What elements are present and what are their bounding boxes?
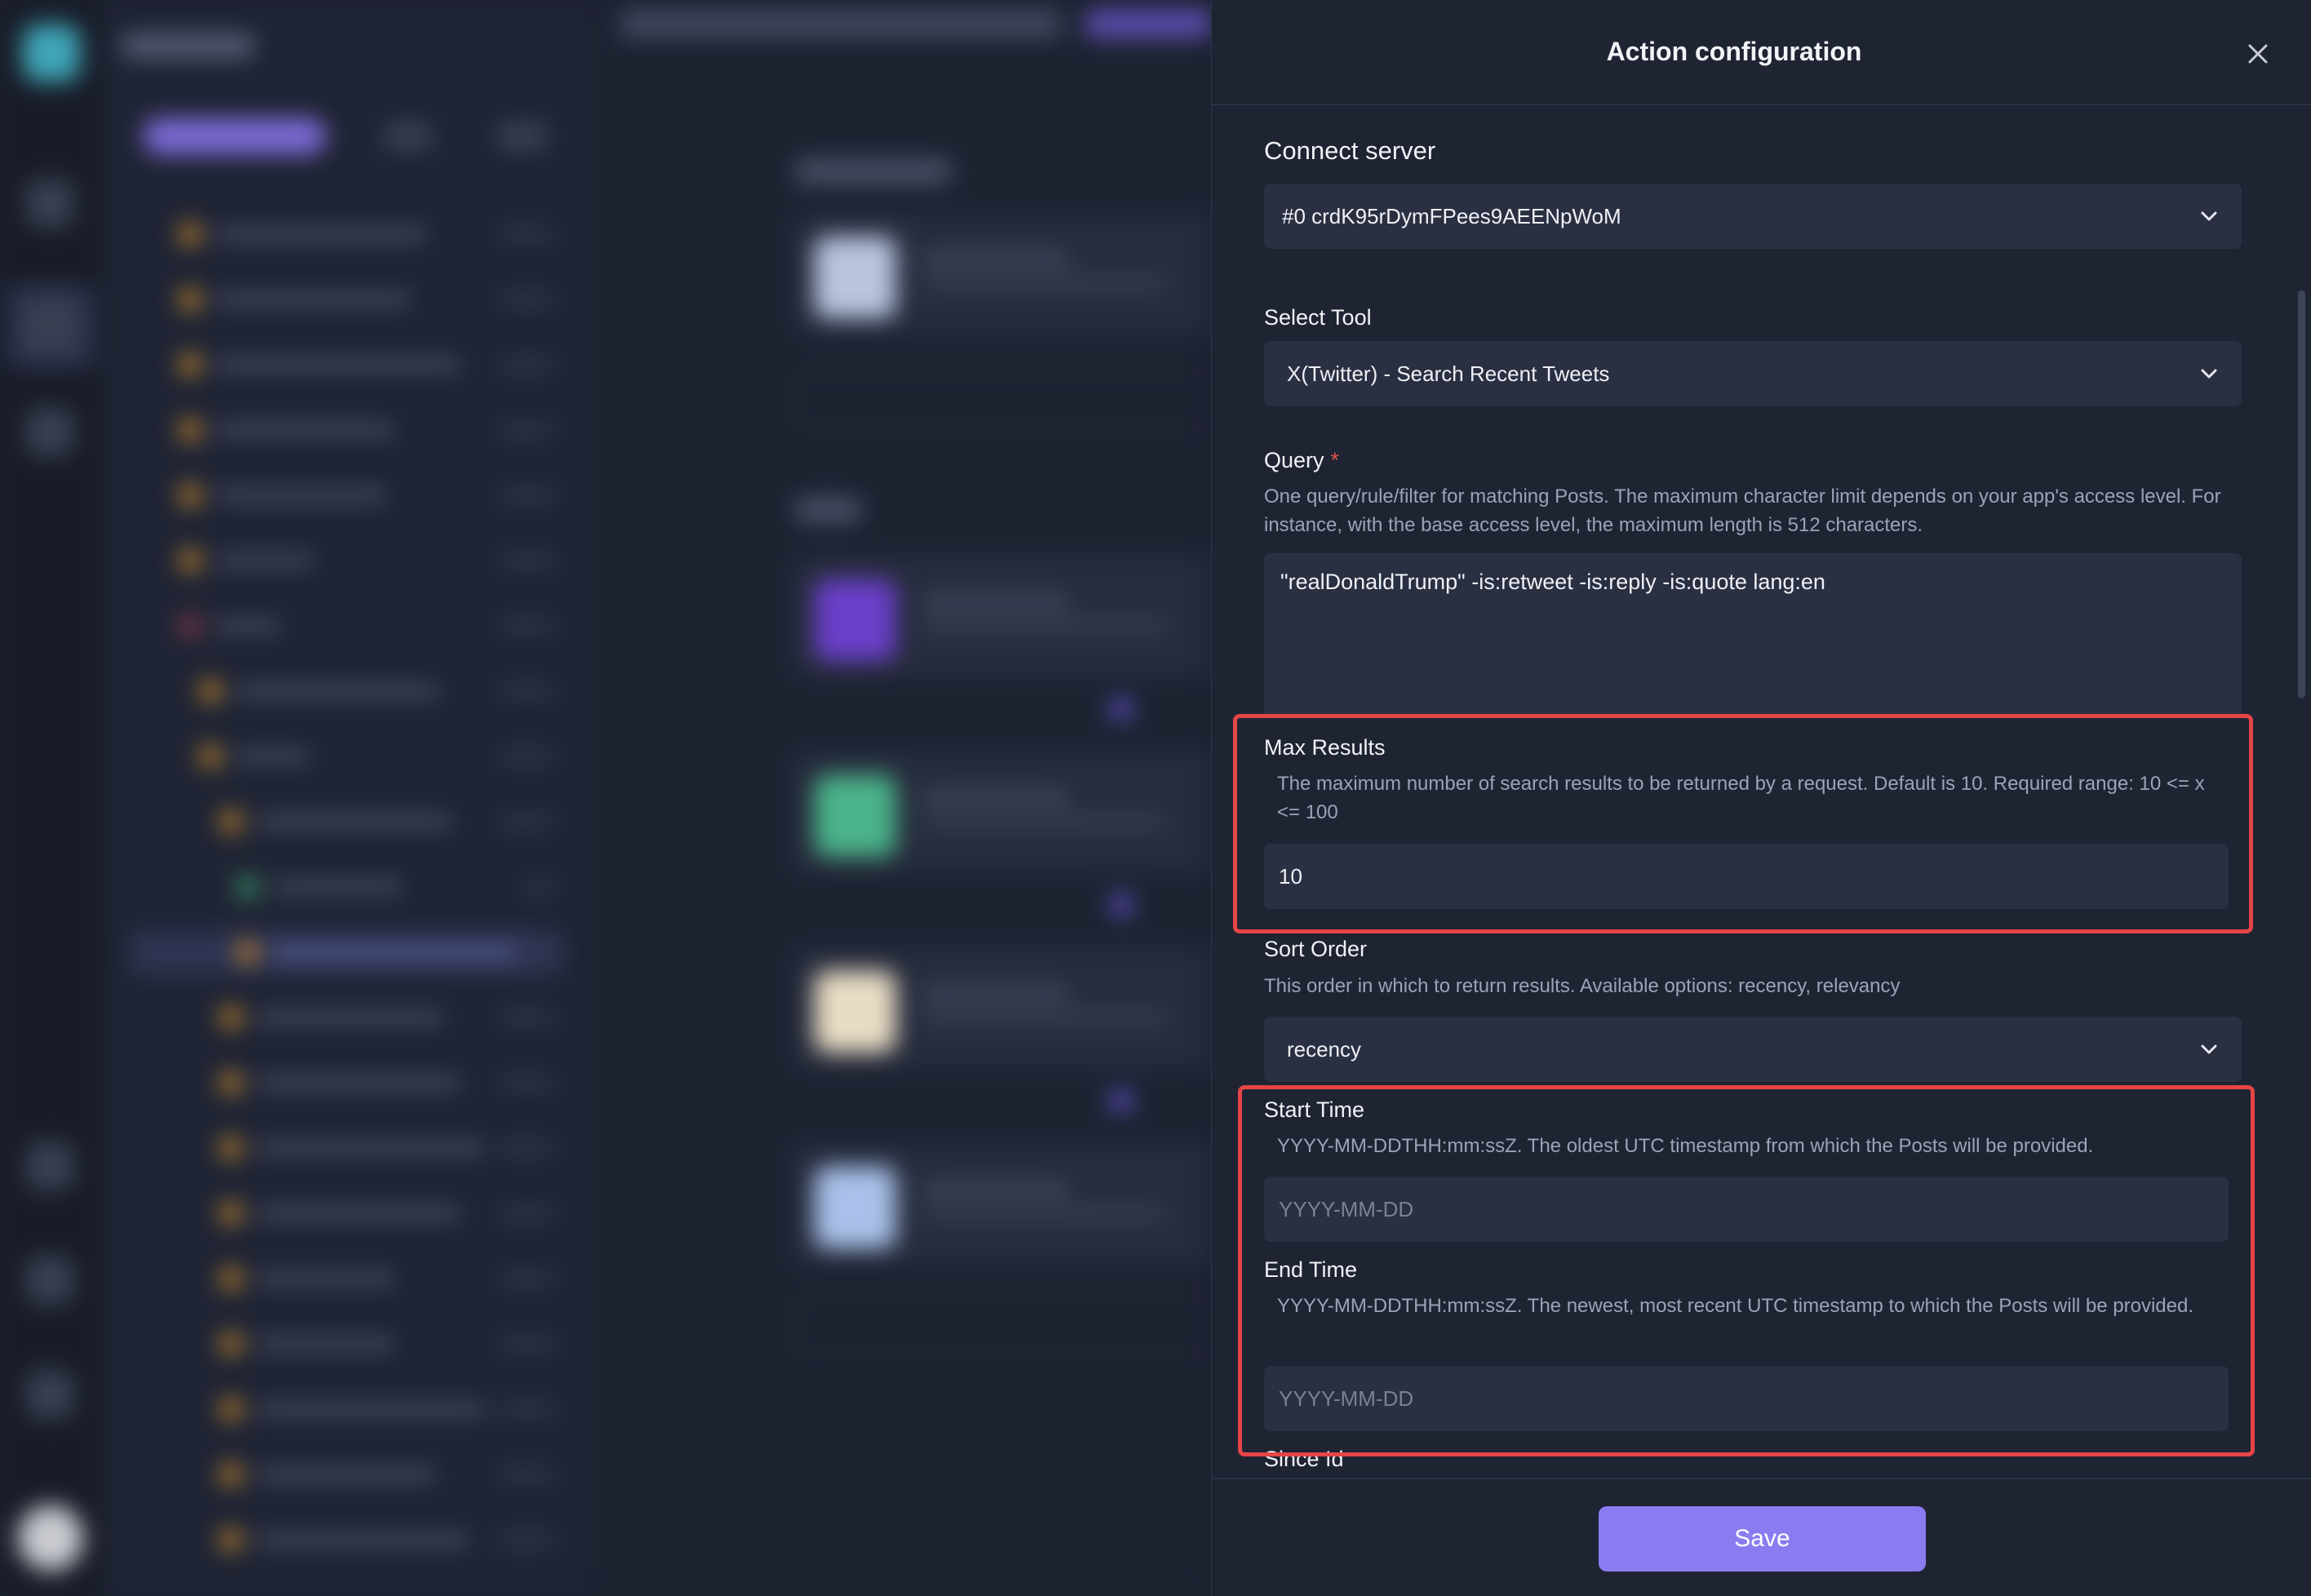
rail-item bbox=[26, 1142, 73, 1190]
end-time-placeholder: YYYY-MM-DD bbox=[1279, 1385, 1414, 1411]
query-label: Query * bbox=[1264, 448, 1339, 473]
end-time-label: End Time bbox=[1264, 1257, 1358, 1282]
list-item bbox=[220, 1069, 555, 1097]
chevron-down-icon bbox=[2201, 211, 2217, 221]
list-item bbox=[180, 220, 555, 248]
add-trigger-slot bbox=[796, 371, 1211, 428]
list-item bbox=[220, 808, 555, 836]
list-item bbox=[220, 1004, 555, 1031]
list-item bbox=[180, 481, 555, 509]
connector-dot bbox=[1110, 698, 1133, 720]
list-item bbox=[180, 351, 555, 379]
step-card bbox=[792, 1142, 1211, 1265]
sidebar-button bbox=[384, 122, 432, 150]
step-card bbox=[792, 947, 1211, 1069]
list-item bbox=[200, 677, 555, 705]
drawer-footer: Save bbox=[1212, 1478, 2311, 1596]
sidebar-primary-button bbox=[143, 118, 326, 154]
rail-item bbox=[26, 180, 73, 227]
list-item bbox=[220, 1461, 555, 1488]
list-item bbox=[220, 1330, 555, 1358]
rail-item bbox=[26, 1257, 73, 1304]
sort-order-select[interactable]: recency bbox=[1264, 1017, 2242, 1082]
sort-order-value: recency bbox=[1287, 1036, 1362, 1062]
app-rail bbox=[0, 0, 102, 1596]
list-item bbox=[220, 1395, 555, 1423]
connect-server-select[interactable]: #0 crdK95rDymFPees9AEENpWoM bbox=[1264, 184, 2242, 249]
list-item bbox=[180, 547, 555, 574]
connect-server-label: Connect server bbox=[1264, 136, 1436, 165]
max-results-input[interactable]: 10 bbox=[1264, 844, 2229, 909]
query-textarea[interactable]: "realDonaldTrump" -is:retweet -is:reply … bbox=[1264, 553, 2242, 716]
since-id-label: Since Id bbox=[1264, 1447, 1344, 1471]
rail-item bbox=[26, 302, 73, 349]
end-time-input[interactable]: YYYY-MM-DD bbox=[1264, 1366, 2229, 1431]
start-time-label: Start Time bbox=[1264, 1097, 1365, 1122]
select-tool-value: X(Twitter) - Search Recent Tweets bbox=[1287, 361, 1610, 386]
list-item bbox=[237, 938, 555, 966]
save-button[interactable]: Save bbox=[1599, 1506, 1926, 1572]
drawer-header: Action configuration bbox=[1212, 0, 2311, 105]
step-card bbox=[792, 555, 1211, 677]
section-title bbox=[796, 498, 861, 522]
rail-item bbox=[26, 1371, 73, 1418]
max-results-value: 10 bbox=[1279, 863, 1302, 889]
list-item bbox=[220, 1199, 555, 1227]
step-card bbox=[792, 751, 1211, 873]
sidebar-title bbox=[122, 34, 253, 57]
background-app bbox=[0, 0, 1211, 1596]
add-step-slot bbox=[796, 1297, 1211, 1354]
required-mark: * bbox=[1330, 448, 1340, 472]
scrollbar-thumb[interactable] bbox=[2298, 290, 2305, 698]
max-results-label: Max Results bbox=[1264, 735, 1386, 760]
app-logo bbox=[23, 24, 80, 82]
list-item bbox=[180, 416, 555, 444]
list-item bbox=[220, 1134, 555, 1162]
connector-dot bbox=[1110, 1089, 1133, 1112]
close-icon bbox=[2248, 44, 2268, 64]
list-item bbox=[220, 1265, 555, 1292]
list-item bbox=[220, 1526, 555, 1554]
list-item bbox=[237, 873, 555, 901]
start-time-description: YYYY-MM-DDTHH:mm:ssZ. The oldest UTC tim… bbox=[1277, 1135, 2094, 1157]
breadcrumb bbox=[620, 10, 1061, 38]
rail-item bbox=[26, 408, 73, 455]
end-time-description: YYYY-MM-DDTHH:mm:ssZ. The newest, most r… bbox=[1277, 1295, 2193, 1317]
close-button[interactable] bbox=[2240, 36, 2276, 72]
start-time-input[interactable]: YYYY-MM-DD bbox=[1264, 1177, 2229, 1242]
list-item bbox=[180, 612, 555, 640]
avatar bbox=[18, 1505, 83, 1571]
trigger-card bbox=[792, 212, 1211, 335]
connect-server-value: #0 crdK95rDymFPees9AEENpWoM bbox=[1282, 203, 1621, 228]
chevron-down-icon bbox=[2201, 1044, 2217, 1054]
query-description: One query/rule/filter for matching Posts… bbox=[1264, 485, 2221, 536]
list-item bbox=[200, 743, 555, 770]
drawer-body: Connect server #0 crdK95rDymFPees9AEENpW… bbox=[1212, 107, 2311, 1478]
header-badge bbox=[1085, 10, 1211, 38]
list-item bbox=[180, 286, 555, 313]
max-results-description: The maximum number of search results to … bbox=[1277, 773, 2205, 823]
start-time-placeholder: YYYY-MM-DD bbox=[1279, 1196, 1414, 1221]
connector-dot bbox=[1110, 893, 1133, 916]
select-tool-select[interactable]: X(Twitter) - Search Recent Tweets bbox=[1264, 341, 2242, 406]
chevron-down-icon bbox=[2201, 369, 2217, 379]
drawer-title: Action configuration bbox=[1606, 37, 1862, 66]
sort-order-description: This order in which to return results. A… bbox=[1264, 975, 1901, 997]
sort-order-label: Sort Order bbox=[1264, 937, 1368, 961]
section-title bbox=[796, 159, 951, 184]
select-tool-label: Select Tool bbox=[1264, 305, 1372, 330]
query-label-text: Query bbox=[1264, 448, 1324, 472]
sidebar-button bbox=[498, 122, 547, 150]
action-configuration-drawer: Action configuration Connect server #0 c… bbox=[1211, 0, 2311, 1596]
